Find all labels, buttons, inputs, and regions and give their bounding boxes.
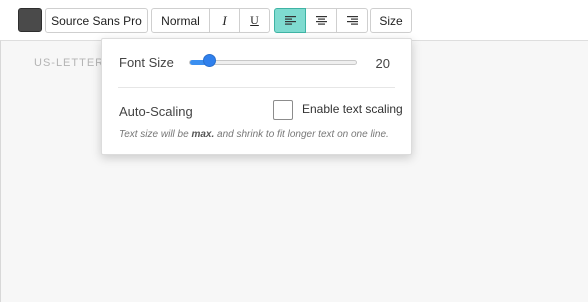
font-family-label: Source Sans Pro: [51, 13, 142, 28]
text-style-group: Normal I U: [151, 8, 270, 33]
enable-text-scaling-checkbox[interactable]: [273, 100, 293, 120]
enable-text-scaling-label[interactable]: Enable text scaling: [302, 102, 403, 116]
align-left-button[interactable]: [274, 8, 306, 33]
auto-scaling-label: Auto-Scaling: [119, 104, 193, 119]
font-size-value: 20: [375, 56, 390, 71]
font-size-label: Font Size: [119, 55, 174, 70]
text-toolbar: Source Sans Pro Normal I U Size: [0, 0, 588, 40]
align-left-icon: [284, 16, 296, 25]
alignment-group: [274, 8, 368, 33]
align-center-icon: [315, 16, 327, 25]
underline-button[interactable]: U: [239, 8, 270, 33]
size-button[interactable]: Size: [370, 8, 412, 33]
italic-button[interactable]: I: [209, 8, 240, 33]
font-weight-button[interactable]: Normal: [151, 8, 210, 33]
font-weight-label: Normal: [161, 13, 200, 28]
align-right-button[interactable]: [336, 8, 368, 33]
popover-divider: [118, 87, 395, 88]
underline-icon: U: [250, 13, 259, 27]
hint-bold: max.: [191, 129, 215, 140]
hint-suffix: and shrink to fit longer text on one lin…: [214, 129, 389, 140]
align-center-button[interactable]: [305, 8, 337, 33]
italic-icon: I: [222, 12, 227, 28]
auto-scaling-hint: Text size will be max. and shrink to fit…: [119, 129, 389, 140]
font-size-slider-thumb[interactable]: [203, 54, 216, 67]
size-button-label: Size: [379, 13, 403, 28]
hint-prefix: Text size will be: [119, 129, 192, 140]
font-size-popover: Font Size 20 Auto-Scaling Enable text sc…: [101, 38, 412, 155]
font-family-button[interactable]: Source Sans Pro: [45, 8, 148, 33]
text-color-swatch[interactable]: [18, 8, 42, 32]
align-right-icon: [346, 16, 358, 25]
